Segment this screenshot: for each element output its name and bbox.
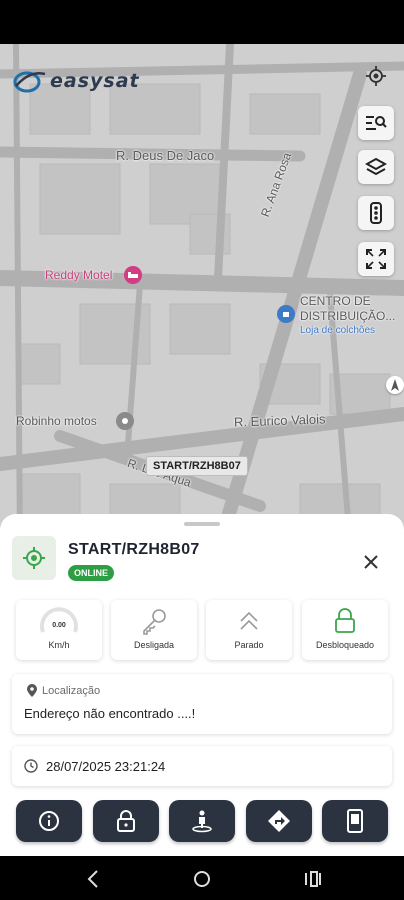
location-pin-icon <box>27 684 37 697</box>
speed-unit: Km/h <box>48 640 70 650</box>
store-pin-icon[interactable] <box>116 412 134 430</box>
search-list-button[interactable] <box>358 106 394 140</box>
easysat-logo-icon <box>13 71 46 93</box>
poi-label-reddy-motel: Reddy Motel <box>45 268 113 282</box>
hotel-pin-icon[interactable] <box>124 266 142 284</box>
fullscreen-button[interactable] <box>358 242 394 276</box>
logo-text: easysat <box>50 70 140 92</box>
device-button[interactable] <box>322 800 388 842</box>
directions-icon <box>268 810 290 832</box>
layers-icon <box>365 157 387 176</box>
home-icon[interactable] <box>191 868 213 890</box>
location-title: Localização <box>42 685 101 697</box>
lock-card: Desbloqueado <box>302 600 388 660</box>
speed-card: 0.00 Km/h <box>16 600 102 660</box>
layers-button[interactable] <box>358 150 394 184</box>
block-button[interactable] <box>93 800 159 842</box>
padlock-icon <box>302 606 388 636</box>
ignition-status: Desligada <box>133 640 175 650</box>
poi-label-centro-line2: DISTRIBUIÇÃO... <box>300 309 396 323</box>
close-icon[interactable] <box>360 551 382 573</box>
info-button[interactable] <box>16 800 82 842</box>
poi-label-centro-line1: CENTRO DE <box>300 294 371 308</box>
info-icon <box>39 811 59 831</box>
key-icon <box>111 606 197 636</box>
lock-status: Desbloqueado <box>315 640 375 650</box>
shop-pin-icon[interactable] <box>277 305 295 323</box>
status-bar <box>0 0 404 44</box>
vehicle-map-tag[interactable]: START/RZH8B07 <box>146 456 248 476</box>
app-logo: easysat <box>12 66 140 96</box>
vehicle-details-sheet: START/RZH8B07 ONLINE 0.00 Km/h Desligada… <box>0 514 404 856</box>
traffic-button[interactable] <box>358 196 394 230</box>
directions-button[interactable] <box>246 800 312 842</box>
search-list-icon <box>366 116 387 130</box>
vehicle-gps-icon <box>12 536 56 580</box>
recents-icon[interactable] <box>302 868 324 890</box>
street-view-button[interactable] <box>169 800 235 842</box>
lock-icon <box>117 810 135 832</box>
movement-status: Parado <box>234 640 264 650</box>
vehicle-name: START/RZH8B07 <box>68 541 200 558</box>
drag-handle[interactable] <box>184 522 220 526</box>
street-label-deus: R. Deus De Jaco <box>116 148 215 163</box>
timestamp-card: 28/07/2025 23:21:24 <box>12 746 392 786</box>
poi-label-robinho: Robinho motos <box>16 414 97 428</box>
map-view[interactable]: easysat R. Deus De Jaco R. Ana Rosa R. E… <box>0 44 404 544</box>
last-update-time: 28/07/2025 23:21:24 <box>46 759 166 774</box>
street-label-eurico: R. Eurico Valois <box>233 411 326 430</box>
speedometer-icon: 0.00 <box>16 606 102 636</box>
locate-icon[interactable] <box>362 62 390 90</box>
status-badge: ONLINE <box>68 565 115 581</box>
poi-label-centro-sub: Loja de colchões <box>300 325 376 336</box>
system-nav-bar <box>0 856 404 900</box>
location-address: Endereço não encontrado ....! <box>24 706 196 721</box>
location-card: Localização Endereço não encontrado ....… <box>12 674 392 734</box>
compass-icon[interactable] <box>386 376 404 394</box>
clock-icon <box>24 759 38 773</box>
speed-value: 0.00 <box>52 621 66 629</box>
back-icon[interactable] <box>82 868 104 890</box>
movement-card: Parado <box>206 600 292 660</box>
traffic-light-icon <box>370 202 382 224</box>
phone-icon <box>347 809 363 833</box>
chevron-up-icon <box>206 606 292 636</box>
ignition-card: Desligada <box>111 600 197 660</box>
person-location-icon <box>192 810 212 833</box>
fullscreen-icon <box>366 249 386 269</box>
